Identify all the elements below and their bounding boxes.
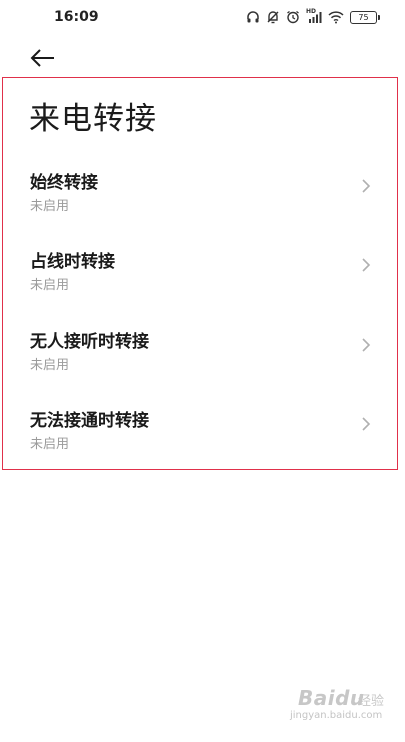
item-status: 未启用 (30, 437, 70, 452)
item-status: 未启用 (30, 358, 70, 373)
chevron-right-icon (360, 416, 372, 436)
battery-icon: 75 (350, 10, 380, 24)
chevron-right-icon (360, 178, 372, 198)
alarm-icon (286, 10, 300, 24)
signal-icon: HD (306, 8, 322, 24)
settings-item-forward-when-busy[interactable]: 占线时转接 未启用 (2, 239, 398, 309)
mute-icon (266, 10, 280, 24)
back-button[interactable] (28, 44, 58, 72)
status-time: 16:09 (54, 9, 99, 25)
watermark: Baidu 经验 jingyan.baidu.com (290, 686, 390, 726)
page-title: 来电转接 (29, 101, 157, 137)
watermark-suffix: 经验 (358, 694, 385, 709)
back-arrow-icon (28, 49, 58, 76)
item-title: 无法接通时转接 (30, 411, 149, 431)
item-status: 未启用 (30, 278, 70, 293)
network-label: HD (306, 8, 317, 15)
settings-item-forward-when-unanswered[interactable]: 无人接听时转接 未启用 (2, 319, 398, 389)
status-bar: 16:09 HD 75 (0, 0, 405, 34)
chevron-right-icon (360, 257, 372, 277)
watermark-url: jingyan.baidu.com (290, 710, 383, 721)
chevron-right-icon (360, 337, 372, 357)
status-icons: HD 75 (246, 8, 380, 26)
headphones-icon (246, 10, 260, 24)
settings-item-forward-when-unreachable[interactable]: 无法接通时转接 未启用 (2, 398, 398, 468)
watermark-brand: Baidu (298, 686, 365, 710)
battery-level: 75 (358, 12, 369, 22)
wifi-icon (328, 10, 344, 24)
item-status: 未启用 (30, 199, 70, 214)
settings-item-always-forward[interactable]: 始终转接 未启用 (2, 160, 398, 230)
item-title: 始终转接 (30, 173, 98, 193)
item-title: 无人接听时转接 (30, 332, 149, 352)
item-title: 占线时转接 (30, 252, 115, 272)
